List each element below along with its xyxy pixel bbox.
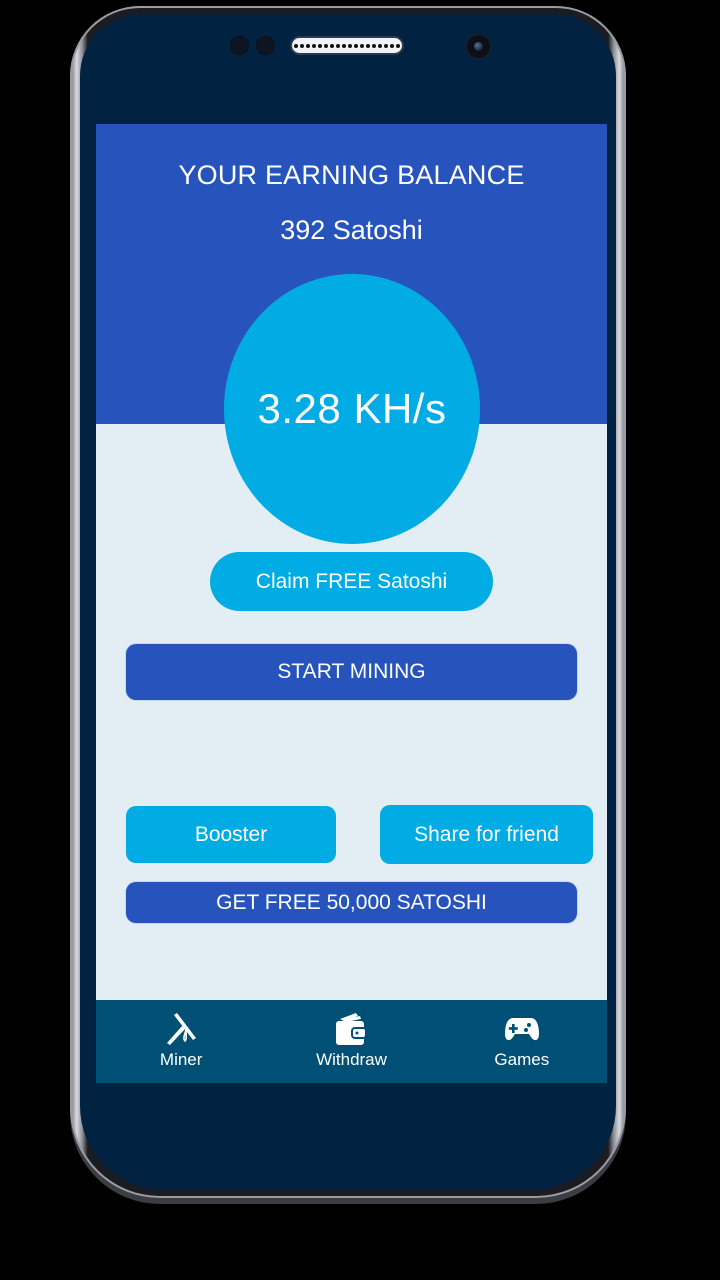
wallet-icon xyxy=(336,1013,368,1045)
booster-button[interactable]: Booster xyxy=(126,806,336,863)
light-sensor xyxy=(257,37,274,54)
front-camera xyxy=(467,35,490,58)
claim-free-satoshi-button[interactable]: Claim FREE Satoshi xyxy=(210,552,493,611)
app-screen: YOUR EARNING BALANCE 392 Satoshi 3.28 KH… xyxy=(96,124,607,1083)
balance-title: YOUR EARNING BALANCE xyxy=(178,160,525,190)
hashrate-circle: 3.28 KH/s xyxy=(224,274,480,544)
gamepad-icon xyxy=(504,1018,539,1041)
nav-label-games: Games xyxy=(494,1050,550,1069)
nav-item-games[interactable]: Games xyxy=(437,1000,607,1083)
nav-item-withdraw[interactable]: Withdraw xyxy=(266,1000,436,1083)
hashrate-value: 3.28 KH/s xyxy=(257,385,447,432)
get-free-satoshi-button[interactable]: GET FREE 50,000 SATOSHI xyxy=(126,882,577,923)
share-for-friend-button[interactable]: Share for friend xyxy=(380,805,593,864)
proximity-sensor xyxy=(231,37,248,54)
pickaxe-icon xyxy=(167,1013,197,1045)
earpiece-speaker xyxy=(292,38,402,53)
nav-item-miner[interactable]: Miner xyxy=(96,1000,266,1083)
balance-value: 392 Satoshi xyxy=(280,215,423,245)
start-mining-button[interactable]: START MINING xyxy=(126,644,577,700)
nav-label-miner: Miner xyxy=(159,1050,203,1069)
bottom-navigation: Miner Withdraw Games xyxy=(96,1000,607,1083)
nav-label-withdraw: Withdraw xyxy=(316,1050,387,1069)
